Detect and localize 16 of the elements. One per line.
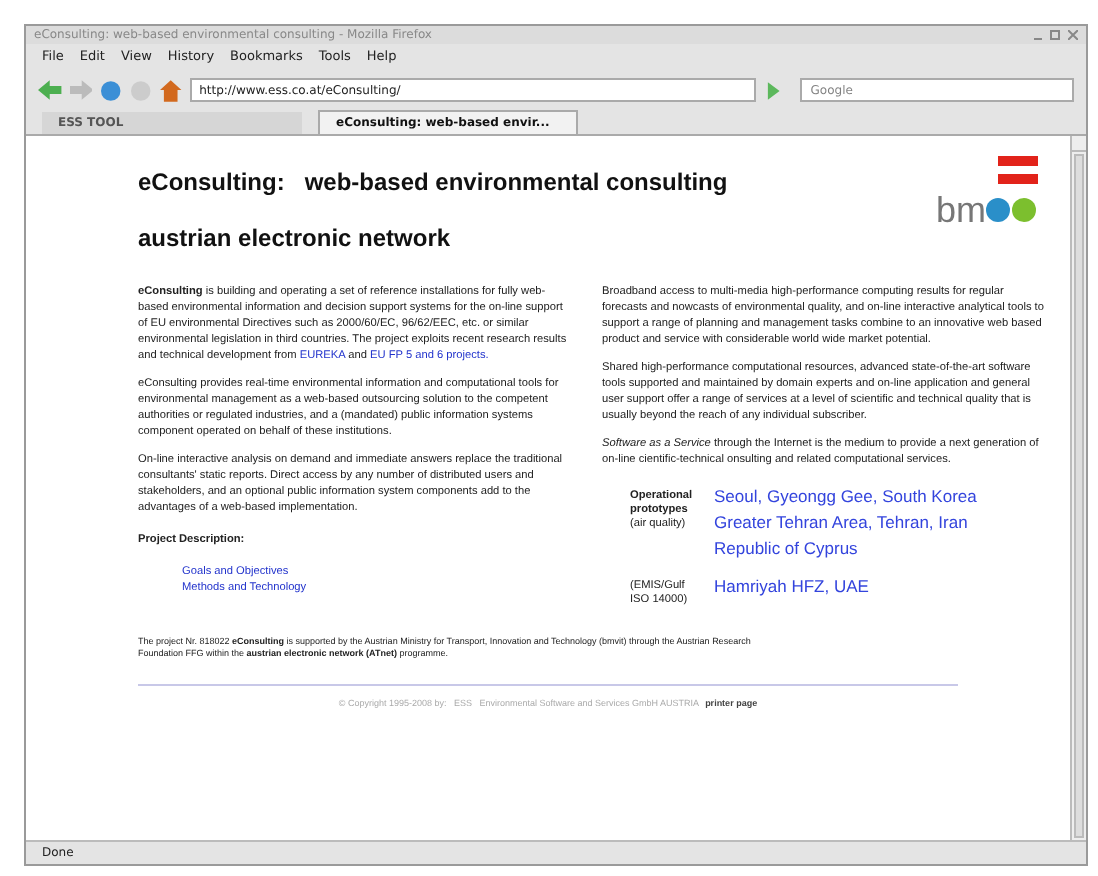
flag-icon <box>998 156 1038 184</box>
close-icon[interactable] <box>1068 30 1078 40</box>
maximize-button[interactable] <box>1050 30 1060 40</box>
logo-text: bm <box>935 192 986 228</box>
scrollbar[interactable] <box>1070 136 1086 840</box>
forward-arrow-icon[interactable] <box>69 80 93 100</box>
logo-icon <box>986 196 1038 224</box>
page-subheading: austrian electronic network <box>138 222 453 256</box>
go-icon[interactable] <box>763 81 781 99</box>
back-arrow-icon[interactable] <box>38 80 62 100</box>
page-heading: eConsulting: web-based environmental consulting <box>138 166 728 200</box>
text-link[interactable]: Greater Tehran Area, Tehran, Iran <box>714 510 968 536</box>
text-link[interactable]: Seoul, Gyeongg Gee, South Korea <box>714 484 977 510</box>
text-link[interactable]: Hamriyah HFZ, UAE <box>714 574 869 600</box>
text-link[interactable]: Republic of Cyprus <box>714 536 858 562</box>
home-icon[interactable] <box>159 79 182 101</box>
